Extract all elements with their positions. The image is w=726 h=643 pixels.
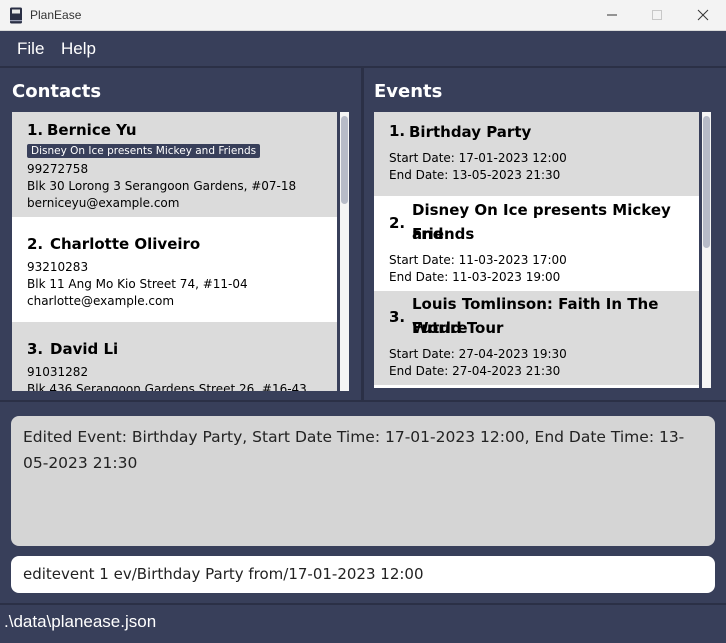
event-card[interactable]: 1. Birthday Party Start Date: 17-01-2023… [374, 112, 699, 196]
events-scroll-thumb[interactable] [703, 116, 710, 248]
contact-name: Charlotte Oliveiro [50, 235, 201, 253]
app-book-icon [10, 7, 22, 24]
contact-index: 3. [27, 340, 44, 358]
contacts-scrollbar[interactable] [340, 112, 349, 391]
status-divider [0, 603, 726, 605]
events-title: Events [374, 81, 443, 102]
panel-divider [361, 67, 364, 401]
command-input[interactable]: editevent 1 ev/Birthday Party from/17-01… [11, 556, 715, 593]
event-start: Start Date: 11-03-2023 17:00 [389, 253, 567, 267]
contact-index: 1. [27, 121, 44, 139]
event-start: Start Date: 17-01-2023 12:00 [389, 151, 567, 165]
event-index: 1. [389, 122, 406, 140]
contact-card[interactable]: 1. Bernice Yu Disney On Ice presents Mic… [12, 112, 337, 217]
event-end: End Date: 27-04-2023 21:30 [389, 364, 561, 378]
close-button[interactable] [680, 0, 726, 30]
lists-divider [0, 400, 726, 402]
contact-name: David Li [50, 340, 119, 358]
contact-name: Bernice Yu [47, 121, 137, 139]
contact-tag: Disney On Ice presents Mickey and Friend… [27, 144, 261, 158]
event-name: Birthday Party [409, 123, 532, 141]
event-start: Start Date: 27-04-2023 19:30 [389, 347, 567, 361]
status-bar-file-path: .\data\planease.json [4, 612, 157, 631]
title-bar: PlanEase [0, 0, 726, 31]
close-icon [697, 9, 709, 21]
minimize-button[interactable] [589, 0, 635, 30]
contact-card[interactable]: 3. David Li 91031282 Blk 436 Serangoon G… [12, 322, 337, 391]
event-card[interactable]: 2. Disney On Ice presents Mickey and Fri… [374, 196, 699, 291]
contact-index: 2. [27, 235, 44, 253]
event-name-continued: World Tour [412, 319, 504, 337]
event-index: 3. [389, 308, 406, 326]
result-display: Edited Event: Birthday Party, Start Date… [11, 416, 715, 546]
contact-phone: 93210283 [27, 260, 89, 274]
event-end: End Date: 11-03-2023 19:00 [389, 270, 561, 284]
contact-phone: 91031282 [27, 365, 89, 379]
menu-help[interactable]: Help [61, 39, 96, 59]
contact-address: Blk 11 Ang Mo Kio Street 74, #11-04 [27, 277, 248, 291]
event-card[interactable]: 3. Louis Tomlinson: Faith In The Future … [374, 291, 699, 385]
contact-address: Blk 436 Serangoon Gardens Street 26, #16… [27, 382, 307, 391]
contact-phone: 99272758 [27, 162, 89, 176]
event-name-continued: Friends [412, 225, 475, 243]
contacts-scroll-thumb[interactable] [341, 116, 348, 204]
events-list[interactable]: 1. Birthday Party Start Date: 17-01-2023… [374, 112, 699, 388]
contacts-title: Contacts [12, 81, 102, 102]
event-index: 2. [389, 214, 406, 232]
events-scrollbar[interactable] [702, 112, 711, 388]
contact-card[interactable]: 2. Charlotte Oliveiro 93210283 Blk 11 An… [12, 217, 337, 322]
event-end: End Date: 13-05-2023 21:30 [389, 168, 561, 182]
menu-file[interactable]: File [17, 39, 44, 59]
contact-email: berniceyu@example.com [27, 196, 180, 210]
maximize-icon [652, 10, 662, 20]
maximize-button[interactable] [634, 0, 680, 30]
contacts-list[interactable]: 1. Bernice Yu Disney On Ice presents Mic… [12, 112, 337, 391]
contact-address: Blk 30 Lorong 3 Serangoon Gardens, #07-1… [27, 179, 297, 193]
contact-email: charlotte@example.com [27, 294, 175, 308]
minimize-icon [607, 14, 617, 16]
window-title: PlanEase [30, 8, 82, 22]
menu-bar: File Help [0, 31, 726, 67]
